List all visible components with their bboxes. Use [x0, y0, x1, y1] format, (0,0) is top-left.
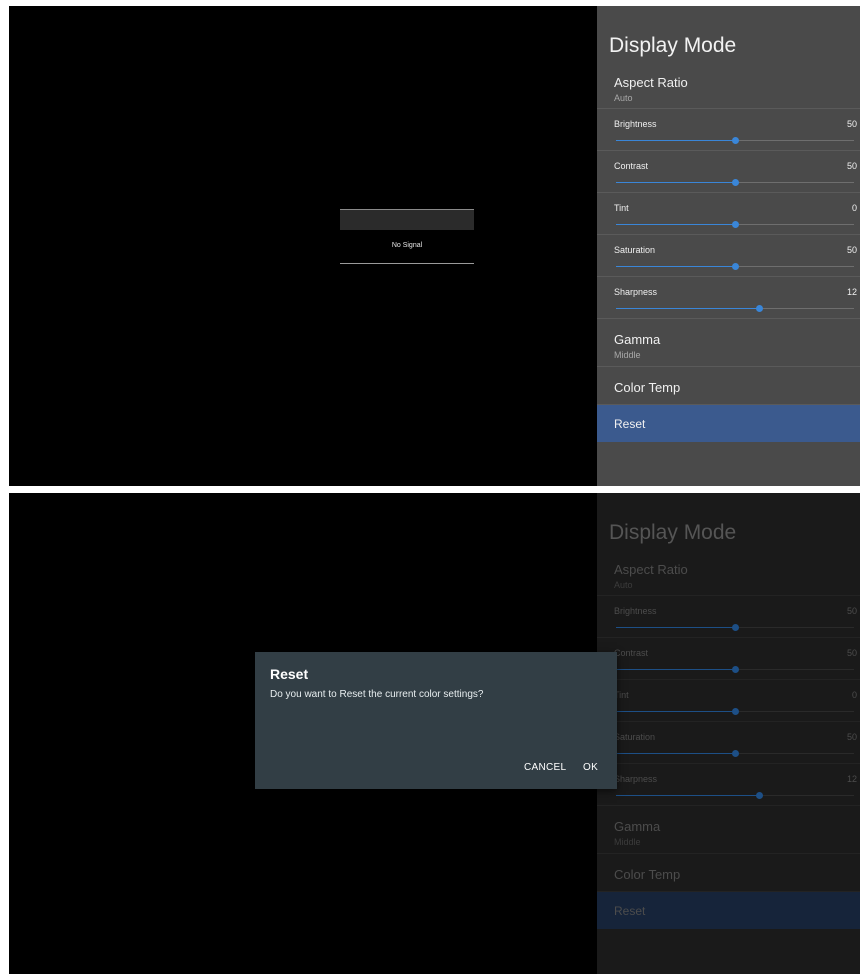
menu-item-gamma[interactable]: Gamma Middle [597, 319, 860, 367]
panel-title: Display Mode [609, 521, 737, 544]
slider-fill [616, 182, 735, 183]
slider-label: Brightness [614, 119, 657, 129]
slider-fill [616, 711, 735, 712]
slider-brightness[interactable]: Brightness 50 [597, 109, 860, 151]
slider-track[interactable] [616, 179, 854, 186]
slider-label: Brightness [614, 606, 657, 616]
slider-value: 50 [846, 245, 857, 255]
slider-thumb [732, 666, 739, 673]
slider-value: 50 [846, 119, 857, 129]
menu-item-color-temp[interactable]: Color Temp [597, 367, 860, 405]
tv-screen-bottom: Display Mode Aspect Ratio Auto Brightnes… [9, 493, 860, 974]
slider-thumb[interactable] [732, 179, 739, 186]
tv-screen-top: No Signal Display Mode Aspect Ratio Auto… [9, 6, 860, 486]
slider-value: 0 [851, 203, 857, 213]
slider-track [616, 750, 854, 757]
slider-fill [616, 140, 735, 141]
slider-label: Contrast [614, 648, 649, 658]
no-signal-bar [340, 209, 474, 230]
reset-confirm-dialog: Reset Do you want to Reset the current c… [255, 652, 617, 789]
slider-label: Sharpness [614, 774, 658, 784]
slider-fill [616, 266, 735, 267]
slider-value: 12 [846, 774, 857, 784]
slider-value: 0 [851, 690, 857, 700]
gamma-value: Middle [614, 350, 641, 360]
no-signal-box: No Signal [340, 209, 474, 265]
aspect-ratio-label: Aspect Ratio [614, 562, 688, 577]
dialog-message: Do you want to Reset the current color s… [270, 689, 484, 700]
slider-thumb[interactable] [732, 221, 739, 228]
slider-thumb [732, 624, 739, 631]
slider-value: 50 [846, 732, 857, 742]
slider-thumb [732, 750, 739, 757]
menu-item-reset: Reset [597, 892, 860, 929]
slider-fill [616, 224, 735, 225]
slider-label: Saturation [614, 245, 656, 255]
color-temp-label: Color Temp [614, 380, 681, 395]
aspect-ratio-label: Aspect Ratio [614, 75, 688, 90]
menu-item-aspect-ratio[interactable]: Aspect Ratio Auto [597, 63, 860, 109]
slider-label: Tint [614, 203, 629, 213]
display-mode-panel: Display Mode Aspect Ratio Auto Brightnes… [597, 6, 860, 486]
slider-value: 50 [846, 648, 857, 658]
slider-value: 12 [846, 287, 857, 297]
slider-label: Sharpness [614, 287, 658, 297]
menu-item-gamma: Gamma Middle [597, 806, 860, 854]
slider-track [616, 624, 854, 631]
slider-track[interactable] [616, 305, 854, 312]
slider-thumb[interactable] [732, 137, 739, 144]
gamma-label: Gamma [614, 819, 661, 834]
reset-label: Reset [614, 904, 646, 918]
slider-track[interactable] [616, 137, 854, 144]
color-temp-label: Color Temp [614, 867, 681, 882]
slider-label: Saturation [614, 732, 656, 742]
slider-track [616, 666, 854, 673]
slider-saturation[interactable]: Saturation 50 [597, 235, 860, 277]
slider-contrast[interactable]: Contrast 50 [597, 151, 860, 193]
slider-fill [616, 627, 735, 628]
slider-label: Contrast [614, 161, 649, 171]
menu-item-aspect-ratio: Aspect Ratio Auto [597, 550, 860, 596]
slider-track [616, 708, 854, 715]
dialog-title: Reset [270, 666, 309, 682]
slider-tint: Tint 0 [597, 680, 860, 722]
slider-sharpness[interactable]: Sharpness 12 [597, 277, 860, 319]
slider-value: 50 [846, 606, 857, 616]
slider-track[interactable] [616, 221, 854, 228]
slider-value: 50 [846, 161, 857, 171]
slider-fill [616, 795, 759, 796]
menu-item-color-temp: Color Temp [597, 854, 860, 892]
slider-contrast: Contrast 50 [597, 638, 860, 680]
slider-thumb[interactable] [732, 263, 739, 270]
gamma-value: Middle [614, 837, 641, 847]
slider-thumb [732, 708, 739, 715]
slider-track[interactable] [616, 263, 854, 270]
slider-tint[interactable]: Tint 0 [597, 193, 860, 235]
reset-label: Reset [614, 417, 646, 431]
aspect-ratio-value: Auto [614, 93, 633, 103]
slider-fill [616, 753, 735, 754]
slider-thumb [756, 792, 763, 799]
slider-brightness: Brightness 50 [597, 596, 860, 638]
no-signal-divider [340, 263, 474, 264]
ok-button[interactable]: OK [583, 762, 598, 773]
slider-track [616, 792, 854, 799]
display-mode-panel-dimmed: Display Mode Aspect Ratio Auto Brightnes… [597, 493, 860, 974]
slider-sharpness: Sharpness 12 [597, 764, 860, 806]
slider-fill [616, 669, 735, 670]
no-signal-text: No Signal [391, 242, 423, 249]
panel-title: Display Mode [609, 34, 737, 57]
gamma-label: Gamma [614, 332, 661, 347]
aspect-ratio-value: Auto [614, 580, 633, 590]
slider-thumb[interactable] [756, 305, 763, 312]
slider-saturation: Saturation 50 [597, 722, 860, 764]
slider-fill [616, 308, 759, 309]
cancel-button[interactable]: CANCEL [524, 762, 566, 773]
menu-item-reset[interactable]: Reset [597, 405, 860, 442]
